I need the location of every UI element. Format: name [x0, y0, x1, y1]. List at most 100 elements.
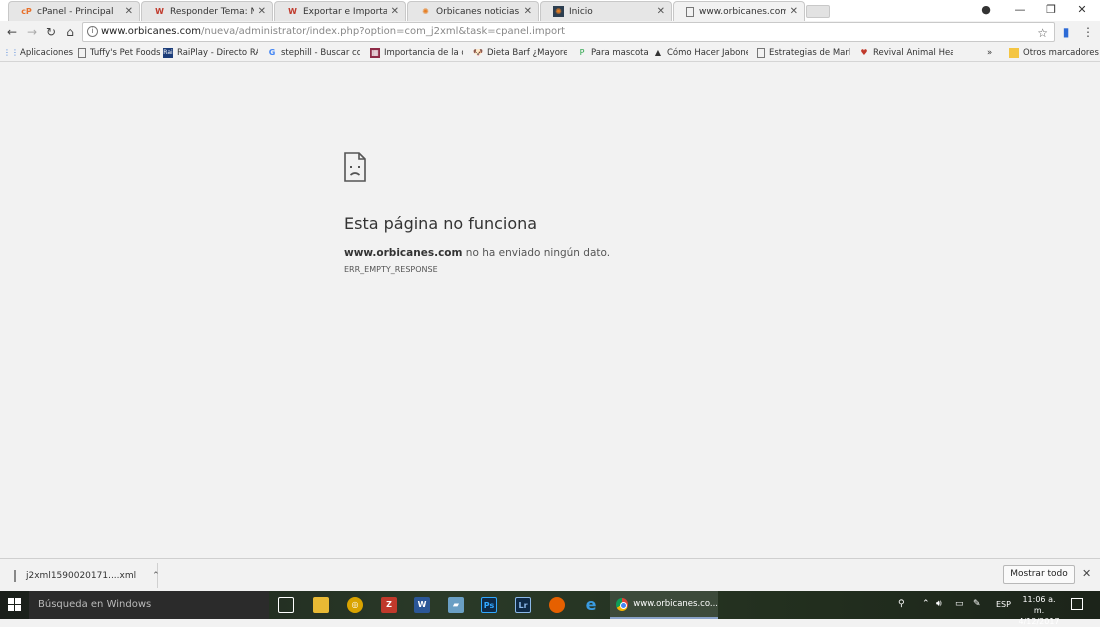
- tab-responder[interactable]: W Responder Tema: No pue ✕: [141, 1, 273, 21]
- windows-start-icon[interactable]: [8, 598, 22, 612]
- close-icon[interactable]: ✕: [657, 6, 665, 17]
- address-host: www.orbicanes.com: [101, 26, 202, 37]
- other-bookmarks-folder[interactable]: Otros marcadores: [1009, 45, 1099, 60]
- error-host: www.orbicanes.com: [344, 247, 463, 259]
- chevron-up-icon[interactable]: ⌃: [922, 599, 930, 609]
- bookmark-label: stephill - Buscar con: [281, 47, 360, 58]
- bookmark-label: Para mascotas: [591, 47, 649, 58]
- bookmarks-overflow-button[interactable]: »: [987, 45, 992, 60]
- word-icon[interactable]: W: [414, 597, 430, 613]
- folder-icon: [1009, 47, 1019, 58]
- error-detail: www.orbicanes.com no ha enviado ningún d…: [344, 247, 610, 259]
- volume-icon[interactable]: 🔊︎: [936, 599, 942, 609]
- windows-taskbar: Búsqueda en Windows ◎ Z W ▰ Ps Lr e www.…: [0, 591, 1100, 626]
- file-explorer-icon[interactable]: [313, 597, 329, 613]
- download-item[interactable]: j2xml1590020171....xml ⌃: [8, 563, 160, 588]
- bookmark-item[interactable]: G stephill - Buscar con: [267, 45, 360, 60]
- wp-icon: W: [155, 7, 164, 16]
- show-all-button[interactable]: Mostrar todo: [1003, 565, 1075, 584]
- bookmark-label: Dieta Barf ¿Mayores: [487, 47, 567, 58]
- tab-title: Responder Tema: No pue: [170, 6, 254, 17]
- minimize-button[interactable]: —: [1006, 2, 1034, 18]
- bookmark-item[interactable]: 🐶 Dieta Barf ¿Mayores: [473, 45, 567, 60]
- bookmark-label: Tuffy's Pet Foods: [90, 47, 160, 58]
- clock[interactable]: 11:06 a. m. 4/12/2017: [1018, 594, 1060, 627]
- tab-orbicanes[interactable]: ✺ Orbicanes noticias canin ✕: [407, 1, 539, 21]
- rai-icon: Rai: [163, 47, 173, 58]
- tab-orbicanes-active[interactable]: www.orbicanes.com ✕: [673, 1, 805, 21]
- close-icon[interactable]: ✕: [125, 6, 133, 17]
- filezilla-icon[interactable]: Z: [381, 597, 397, 613]
- new-tab-button[interactable]: [806, 5, 830, 18]
- toolbar: ← → ↻ ⌂ i www.orbicanes.com/nueva/admini…: [0, 21, 1100, 43]
- pen-icon[interactable]: ✎: [973, 599, 981, 609]
- profile-icon[interactable]: ●: [972, 2, 1000, 18]
- page-icon: [78, 47, 86, 58]
- dog-icon: 🐶: [473, 48, 483, 57]
- bookmark-label: Importancia de la die: [384, 47, 463, 58]
- app-icon[interactable]: ◎: [347, 597, 363, 613]
- address-path: /nueva/administrator/index.php?option=co…: [201, 26, 566, 37]
- reload-icon[interactable]: ↻: [43, 24, 59, 40]
- bookmark-label: Cómo Hacer Jabones: [667, 47, 748, 58]
- firefox-icon[interactable]: [549, 597, 565, 613]
- bookmark-item[interactable]: ▦ Importancia de la die: [370, 45, 463, 60]
- tab-cpanel[interactable]: cP cPanel - Principal ✕: [8, 1, 140, 21]
- tab-inicio[interactable]: ✺ Inicio ✕: [540, 1, 672, 21]
- bookmark-item[interactable]: ♥ Revival Animal Health: [859, 45, 953, 60]
- bookmark-icon: ▦: [370, 47, 380, 58]
- lightroom-icon[interactable]: Lr: [515, 597, 531, 613]
- people-icon[interactable]: ⚲: [898, 599, 905, 609]
- error-page: Esta página no funciona www.orbicanes.co…: [0, 62, 1100, 558]
- notes-icon[interactable]: ▰: [448, 597, 464, 613]
- info-icon[interactable]: i: [87, 26, 98, 37]
- task-view-icon[interactable]: [278, 597, 294, 613]
- back-icon[interactable]: ←: [4, 24, 20, 40]
- close-icon[interactable]: ✕: [391, 6, 399, 17]
- bookmark-item[interactable]: P Para mascotas: [577, 45, 649, 60]
- tab-exportar[interactable]: W Exportar e Importar Artíc ✕: [274, 1, 406, 21]
- taskbar-window-title: www.orbicanes.co...: [633, 599, 718, 609]
- notification-icon[interactable]: [1071, 598, 1083, 610]
- bookmark-label: Otros marcadores: [1023, 47, 1099, 58]
- file-icon: [14, 569, 16, 582]
- cpanel-icon: cP: [21, 7, 32, 16]
- tab-title: Inicio: [569, 6, 593, 17]
- joomla-icon: ✺: [422, 7, 429, 16]
- close-icon[interactable]: ✕: [524, 6, 532, 17]
- star-icon[interactable]: ☆: [1037, 24, 1048, 42]
- network-icon[interactable]: ▭: [955, 599, 964, 609]
- chrome-icon: [616, 597, 629, 611]
- bookmark-label: RaiPlay - Directo RAI: [177, 47, 258, 58]
- extension-icon[interactable]: ▮: [1058, 24, 1074, 40]
- home-icon[interactable]: ⌂: [62, 24, 78, 40]
- forward-icon[interactable]: →: [24, 24, 40, 40]
- taskbar-search-input[interactable]: Búsqueda en Windows: [29, 591, 269, 619]
- error-code: ERR_EMPTY_RESPONSE: [344, 265, 438, 274]
- bookmark-label: Revival Animal Health: [873, 47, 953, 58]
- bookmark-item[interactable]: ▲ Cómo Hacer Jabones: [653, 45, 748, 60]
- heart-icon: ♥: [860, 48, 868, 57]
- address-bar[interactable]: i www.orbicanes.com/nueva/administrator/…: [82, 22, 1055, 42]
- close-window-button[interactable]: ✕: [1068, 2, 1096, 18]
- bookmark-item[interactable]: Tuffy's Pet Foods: [78, 45, 160, 60]
- joomla-icon: ✺: [553, 6, 564, 17]
- edge-icon[interactable]: e: [583, 597, 599, 613]
- menu-icon[interactable]: ⋮: [1080, 24, 1096, 40]
- chrome-taskbar-button[interactable]: www.orbicanes.co...: [610, 591, 718, 619]
- photoshop-icon[interactable]: Ps: [481, 597, 497, 613]
- sad-page-icon: [344, 152, 366, 182]
- tab-strip: cP cPanel - Principal ✕ W Responder Tema…: [0, 0, 1100, 21]
- bookmark-item[interactable]: Rai RaiPlay - Directo RAI: [163, 45, 258, 60]
- bookmark-apps[interactable]: ⋮⋮ Aplicaciones: [6, 45, 73, 60]
- close-icon[interactable]: ✕: [1082, 567, 1091, 580]
- download-shelf: j2xml1590020171....xml ⌃ Mostrar todo ✕: [0, 558, 1100, 591]
- close-icon[interactable]: ✕: [258, 6, 266, 17]
- bookmark-item[interactable]: Estrategias de Marke: [757, 45, 850, 60]
- close-icon[interactable]: ✕: [790, 6, 798, 17]
- language-indicator[interactable]: ESP: [996, 600, 1011, 609]
- restore-button[interactable]: ❐: [1037, 2, 1065, 18]
- chevron-up-icon[interactable]: ⌃: [152, 571, 160, 581]
- tab-title: Orbicanes noticias canin: [436, 6, 520, 17]
- clock-date: 4/12/2017: [1018, 617, 1060, 626]
